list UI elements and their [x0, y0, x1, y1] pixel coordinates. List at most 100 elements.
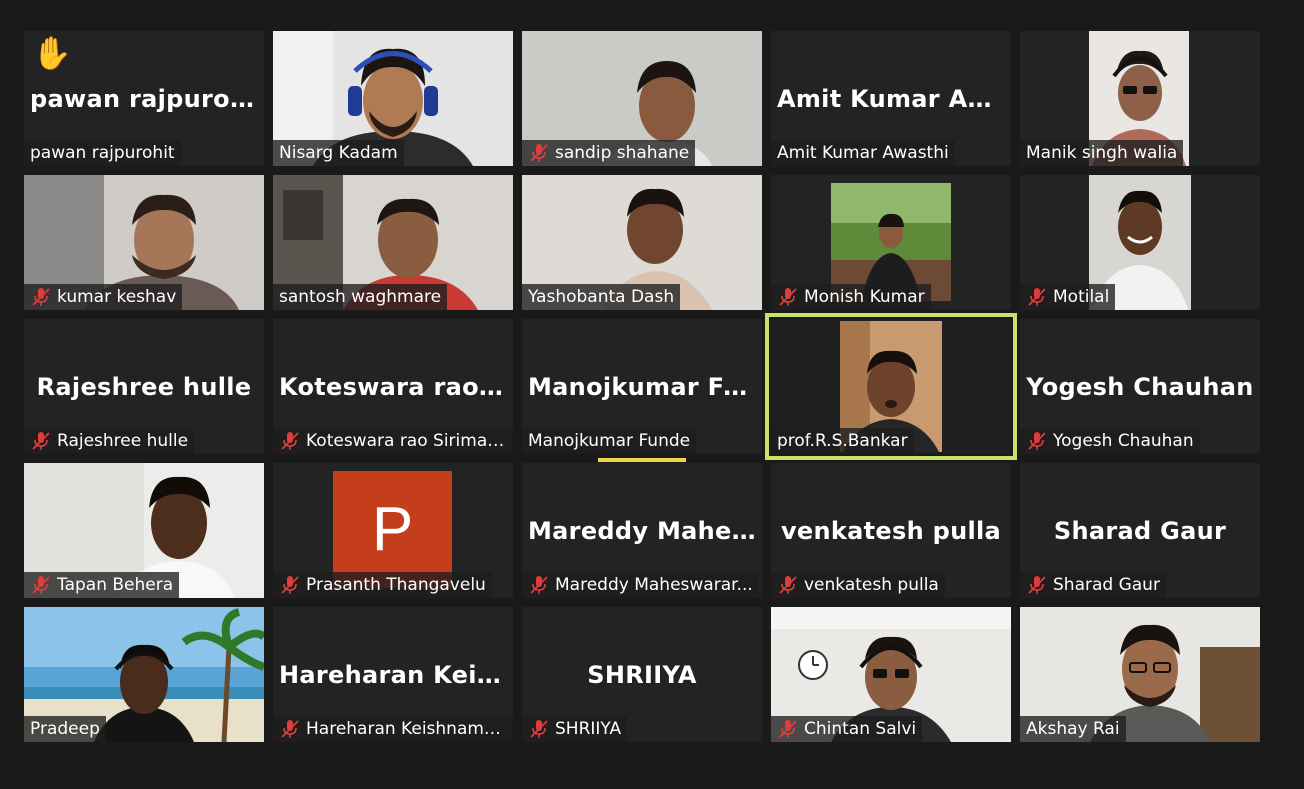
- participant-name: Sharad Gaur: [1053, 575, 1160, 595]
- participant-tile[interactable]: ✋ pawan rajpurohit pawan rajpurohit: [24, 31, 264, 166]
- muted-microphone-icon: [530, 144, 548, 162]
- participant-name: Monish Kumar: [804, 287, 925, 307]
- muted-microphone-icon: [32, 288, 50, 306]
- participant-name: Hareharan Keishnamo...: [306, 719, 507, 739]
- participant-name-label: Manojkumar Funde: [522, 428, 697, 454]
- participant-name: kumar keshav: [57, 287, 177, 307]
- participant-name-label: Hareharan Keishnamo...: [273, 716, 513, 742]
- participant-tile[interactable]: Amit Kumar Aw... Amit Kumar Awasthi: [771, 31, 1011, 166]
- muted-microphone-icon: [779, 720, 797, 738]
- muted-microphone-icon: [530, 720, 548, 738]
- participant-tile[interactable]: Pradeep: [24, 607, 264, 742]
- participant-name: sandip shahane: [555, 143, 690, 163]
- participant-name-label: Prasanth Thangavelu: [273, 572, 492, 598]
- participant-display-name: Koteswara rao...: [279, 372, 507, 401]
- participant-name-label: Pradeep: [24, 716, 106, 742]
- participant-display-name: pawan rajpurohit: [30, 84, 258, 113]
- participant-tile[interactable]: Mareddy Mahe... Mareddy Maheswarar...: [522, 463, 762, 598]
- participant-name-label: Rajeshree hulle: [24, 428, 195, 454]
- muted-microphone-icon: [32, 576, 50, 594]
- participant-name: venkatesh pulla: [804, 575, 939, 595]
- participant-display-name: Yogesh Chauhan: [1026, 372, 1254, 401]
- participant-name-label: Tapan Behera: [24, 572, 180, 598]
- muted-microphone-icon: [779, 288, 797, 306]
- participant-name: Rajeshree hulle: [57, 431, 189, 451]
- participant-name-label: kumar keshav: [24, 284, 183, 310]
- participant-display-name: Amit Kumar Aw...: [777, 84, 1005, 113]
- participant-name-label: Nisarg Kadam: [273, 140, 404, 166]
- participant-name: Pradeep: [30, 719, 100, 739]
- participant-tile[interactable]: santosh waghmare: [273, 175, 513, 310]
- participant-name-label: Koteswara rao Sirimalle: [273, 428, 513, 454]
- participant-tile[interactable]: Chintan Salvi: [771, 607, 1011, 742]
- participant-name: pawan rajpurohit: [30, 143, 175, 163]
- muted-microphone-icon: [281, 576, 299, 594]
- participant-name-label: sandip shahane: [522, 140, 696, 166]
- muted-microphone-icon: [530, 576, 548, 594]
- participant-name-label: Amit Kumar Awasthi: [771, 140, 955, 166]
- participant-display-name: venkatesh pulla: [780, 516, 1002, 545]
- participant-tile[interactable]: P Prasanth Thangavelu: [273, 463, 513, 598]
- participant-name-label: Yashobanta Dash: [522, 284, 681, 310]
- participant-display-name: Mareddy Mahe...: [528, 516, 756, 545]
- muted-microphone-icon: [281, 432, 299, 450]
- participant-name-label: venkatesh pulla: [771, 572, 945, 598]
- muted-microphone-icon: [1028, 288, 1046, 306]
- participant-name-label: Manik singh walia: [1020, 140, 1184, 166]
- participant-tile[interactable]: Akshay Rai: [1020, 607, 1260, 742]
- participant-name: Mareddy Maheswarar...: [555, 575, 753, 595]
- participant-name-label: prof.R.S.Bankar: [771, 428, 914, 454]
- participant-name: Manik singh walia: [1026, 143, 1178, 163]
- participant-tile[interactable]: Yogesh Chauhan Yogesh Chauhan: [1020, 319, 1260, 454]
- participant-tile[interactable]: Sharad Gaur Sharad Gaur: [1020, 463, 1260, 598]
- participant-name-label: santosh waghmare: [273, 284, 448, 310]
- participant-name: santosh waghmare: [279, 287, 442, 307]
- participant-name-label: Akshay Rai: [1020, 716, 1126, 742]
- participant-tile[interactable]: Nisarg Kadam: [273, 31, 513, 166]
- speaking-indicator: [598, 458, 686, 462]
- participant-name: Yogesh Chauhan: [1053, 431, 1194, 451]
- participant-name-label: Monish Kumar: [771, 284, 931, 310]
- muted-microphone-icon: [1028, 576, 1046, 594]
- participant-name-label: Yogesh Chauhan: [1020, 428, 1200, 454]
- participant-name-label: Mareddy Maheswarar...: [522, 572, 759, 598]
- participant-tile[interactable]: Rajeshree hulle Rajeshree hulle: [24, 319, 264, 454]
- participant-tile[interactable]: kumar keshav: [24, 175, 264, 310]
- active-speaker-tile[interactable]: prof.R.S.Bankar: [765, 313, 1017, 460]
- participant-tile[interactable]: Manojkumar Fu... Manojkumar Funde: [522, 319, 762, 462]
- participant-tile[interactable]: Yashobanta Dash: [522, 175, 762, 310]
- participant-name: Prasanth Thangavelu: [306, 575, 486, 595]
- muted-microphone-icon: [32, 432, 50, 450]
- participant-name-label: Sharad Gaur: [1020, 572, 1166, 598]
- muted-microphone-icon: [779, 576, 797, 594]
- participant-name: Motilal: [1053, 287, 1110, 307]
- powerpoint-avatar-icon: P: [333, 471, 452, 588]
- participant-tile[interactable]: Koteswara rao... Koteswara rao Sirimalle: [273, 319, 513, 454]
- participant-name: Tapan Behera: [57, 575, 174, 595]
- participant-name: Chintan Salvi: [804, 719, 917, 739]
- participant-name-label: Chintan Salvi: [771, 716, 923, 742]
- participant-tile[interactable]: Motilal: [1020, 175, 1260, 310]
- participant-tile[interactable]: Tapan Behera: [24, 463, 264, 598]
- participant-tile[interactable]: Manik singh walia: [1020, 31, 1260, 166]
- raised-hand-icon: ✋: [32, 34, 72, 72]
- muted-microphone-icon: [1028, 432, 1046, 450]
- participant-name: Akshay Rai: [1026, 719, 1120, 739]
- participant-tile[interactable]: venkatesh pulla venkatesh pulla: [771, 463, 1011, 598]
- participant-tile[interactable]: SHRIIYA SHRIIYA: [522, 607, 762, 742]
- participant-name: SHRIIYA: [555, 719, 622, 739]
- participant-name: Nisarg Kadam: [279, 143, 398, 163]
- participant-display-name: Hareharan Keis...: [279, 660, 507, 689]
- participant-name-label: SHRIIYA: [522, 716, 628, 742]
- participant-name: Amit Kumar Awasthi: [777, 143, 949, 163]
- participant-tile[interactable]: Hareharan Keis... Hareharan Keishnamo...: [273, 607, 513, 742]
- muted-microphone-icon: [281, 720, 299, 738]
- participant-name: prof.R.S.Bankar: [777, 431, 908, 451]
- participant-name: Koteswara rao Sirimalle: [306, 431, 507, 451]
- participant-tile[interactable]: Monish Kumar: [771, 175, 1011, 310]
- video-gallery-grid: ✋ pawan rajpurohit pawan rajpurohit Nisa…: [24, 31, 1260, 742]
- participant-name-label: pawan rajpurohit: [24, 140, 181, 166]
- participant-display-name: Rajeshree hulle: [36, 372, 252, 401]
- participant-tile[interactable]: sandip shahane: [522, 31, 762, 166]
- participant-display-name: Sharad Gaur: [1053, 516, 1227, 545]
